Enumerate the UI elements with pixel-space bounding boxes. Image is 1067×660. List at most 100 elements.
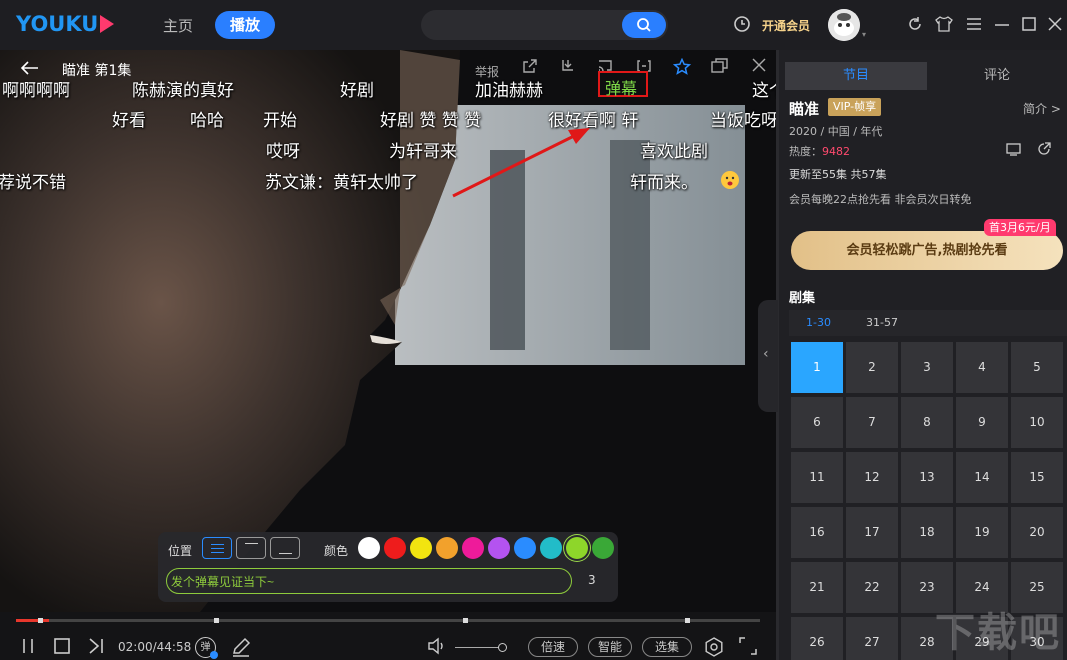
color-swatch[interactable]: [540, 537, 562, 559]
tv-icon[interactable]: [1006, 143, 1021, 156]
menu-icon[interactable]: [966, 16, 982, 32]
tab-program[interactable]: 节目: [785, 62, 927, 90]
color-swatch[interactable]: [384, 537, 406, 559]
time-display: 02:00/44:58: [118, 640, 192, 654]
color-swatch[interactable]: [514, 537, 536, 559]
color-swatch[interactable]: [566, 537, 588, 559]
episode-cell[interactable]: 4: [956, 342, 1008, 393]
episode-cell[interactable]: 11: [791, 452, 843, 503]
danmu-input-panel: 位置 颜色 3: [158, 532, 618, 602]
episode-cell[interactable]: 3: [901, 342, 953, 393]
history-icon[interactable]: [733, 15, 751, 33]
vip-cta-button[interactable]: 会员轻松跳广告,热剧抢先看: [791, 231, 1063, 270]
range-tab[interactable]: 31-57: [866, 316, 898, 329]
volume-slider[interactable]: [455, 647, 503, 648]
position-bottom-button[interactable]: [270, 537, 300, 559]
episode-cell[interactable]: 6: [791, 397, 843, 448]
search-input[interactable]: [433, 15, 623, 35]
pen-icon[interactable]: [231, 637, 251, 657]
avatar[interactable]: [828, 9, 860, 41]
speed-button[interactable]: 倍速: [528, 637, 578, 657]
danmu-switch[interactable]: 弹: [195, 637, 218, 659]
avatar-caret-icon[interactable]: ▾: [862, 30, 866, 39]
episode-cell[interactable]: 5: [1011, 342, 1063, 393]
position-top-button[interactable]: [236, 537, 266, 559]
episode-cell[interactable]: 16: [791, 507, 843, 558]
position-scroll-button[interactable]: [202, 537, 232, 559]
smart-button[interactable]: 智能: [588, 637, 632, 657]
video-player[interactable]: 瞄准 第1集 举报 啊啊啊啊 陈赫演的真好 好剧 加油赫赫 这个 好看 哈哈 开…: [0, 50, 776, 612]
intro-link[interactable]: 简介 >: [1023, 100, 1061, 117]
progress-marker: [685, 618, 690, 623]
maximize-icon[interactable]: [1021, 16, 1037, 32]
episode-cell[interactable]: 7: [846, 397, 898, 448]
nav-play[interactable]: 播放: [215, 11, 275, 39]
danmu-input-box: [166, 568, 572, 594]
episode-cell[interactable]: 20: [1011, 507, 1063, 558]
next-icon[interactable]: [87, 637, 105, 655]
color-swatch[interactable]: [358, 537, 380, 559]
progress-marker: [38, 618, 43, 623]
youku-logo[interactable]: YOUKU: [16, 12, 115, 36]
episode-cell[interactable]: 1: [791, 342, 843, 393]
episode-cell[interactable]: 19: [956, 507, 1008, 558]
episode-cell[interactable]: 9: [956, 397, 1008, 448]
episode-cell[interactable]: 10: [1011, 397, 1063, 448]
char-count: 3: [588, 573, 596, 587]
tab-comments[interactable]: 评论: [927, 62, 1067, 90]
heat-value: 9482: [822, 145, 850, 158]
skin-icon[interactable]: [935, 16, 953, 32]
episode-cell[interactable]: 13: [901, 452, 953, 503]
share-panel-icon[interactable]: [1037, 142, 1051, 156]
vip-badge: VIP-帧享: [828, 98, 882, 116]
search-button[interactable]: [622, 12, 666, 38]
volume-icon[interactable]: [427, 637, 447, 655]
update-status: 更新至55集 共57集: [789, 168, 887, 181]
settings-icon[interactable]: [704, 637, 724, 657]
color-swatch[interactable]: [436, 537, 458, 559]
search-box: [421, 10, 668, 40]
open-vip-link[interactable]: 开通会员: [762, 17, 810, 34]
episode-cell[interactable]: 8: [901, 397, 953, 448]
top-bar: YOUKU 主页 播放 开通会员 ▾: [0, 0, 1067, 50]
color-swatch[interactable]: [410, 537, 432, 559]
progress-marker: [214, 618, 219, 623]
color-swatch[interactable]: [592, 537, 614, 559]
danmu-switch-label: 弹: [200, 642, 211, 653]
show-meta: 2020 / 中国 / 年代: [789, 125, 883, 138]
episode-cell[interactable]: 27: [846, 617, 898, 660]
annotation-arrow: [452, 128, 590, 198]
progress-fill: [16, 619, 50, 622]
episode-cell[interactable]: 15: [1011, 452, 1063, 503]
episode-range-bar: 1-30 31-57: [789, 310, 1067, 336]
episodes-button[interactable]: 选集: [642, 637, 692, 657]
color-swatch[interactable]: [462, 537, 484, 559]
episode-cell[interactable]: 12: [846, 452, 898, 503]
range-tab[interactable]: 1-30: [806, 316, 831, 329]
pause-icon[interactable]: [20, 637, 36, 655]
collapse-panel-button[interactable]: ‹: [758, 300, 778, 412]
episode-cell[interactable]: 17: [846, 507, 898, 558]
fullscreen-icon[interactable]: [739, 637, 757, 655]
promo-tag: 首3月6元/月: [984, 219, 1056, 236]
nav-home[interactable]: 主页: [163, 15, 193, 36]
episode-cell[interactable]: 18: [901, 507, 953, 558]
danmu-input[interactable]: [171, 573, 566, 590]
episodes-heading: 剧集: [789, 291, 816, 306]
refresh-icon[interactable]: [907, 16, 923, 32]
episode-cell[interactable]: 2: [846, 342, 898, 393]
minimize-icon[interactable]: [994, 16, 1010, 32]
progress-bar[interactable]: [16, 618, 760, 623]
episode-cell[interactable]: 14: [956, 452, 1008, 503]
episode-cell[interactable]: 21: [791, 562, 843, 613]
progress-marker: [463, 618, 468, 623]
episode-cell[interactable]: 26: [791, 617, 843, 660]
watermark: 下载吧: [935, 610, 1061, 656]
color-swatch[interactable]: [488, 537, 510, 559]
volume-knob[interactable]: [498, 643, 507, 652]
episode-cell[interactable]: 22: [846, 562, 898, 613]
color-label: 颜色: [324, 544, 349, 558]
chevron-left-icon: ‹: [763, 346, 769, 362]
close-icon[interactable]: [1047, 16, 1063, 32]
stop-icon[interactable]: [53, 637, 71, 655]
